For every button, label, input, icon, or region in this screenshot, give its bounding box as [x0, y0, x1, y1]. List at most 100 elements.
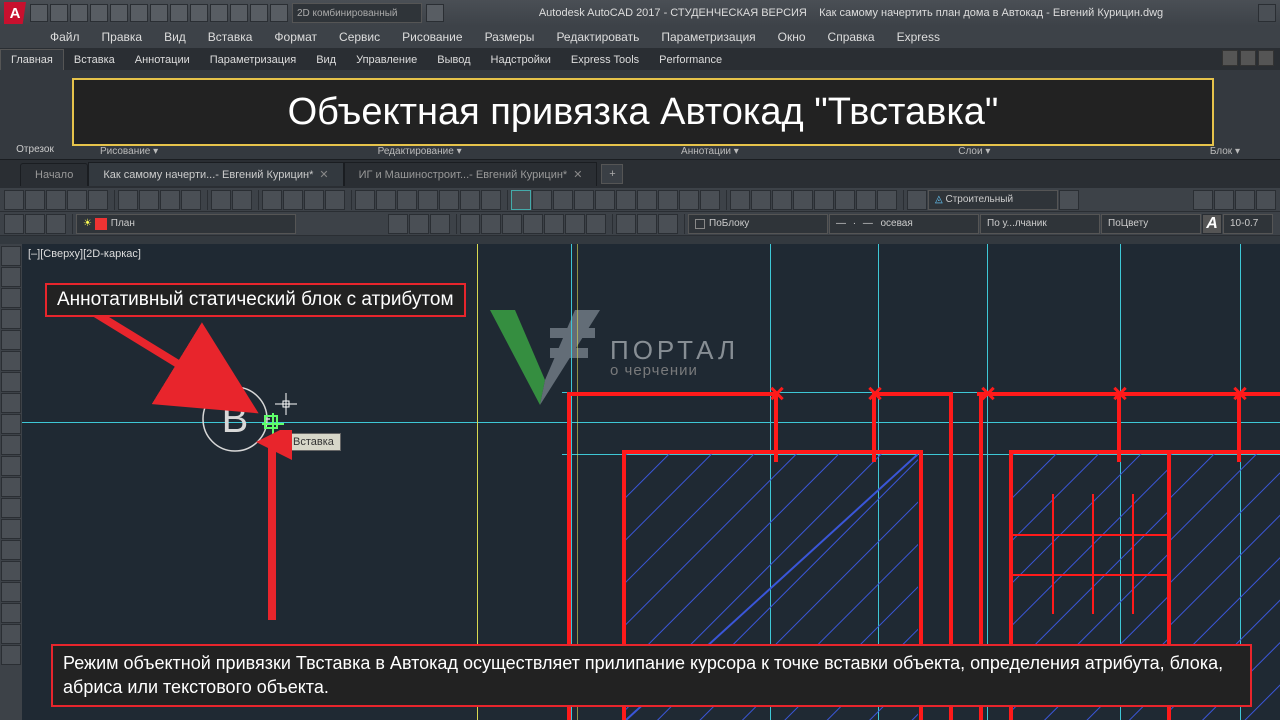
tb-editattr-icon[interactable] — [616, 214, 636, 234]
search-icon[interactable] — [1258, 4, 1276, 22]
tb-hatch5-icon[interactable] — [544, 214, 564, 234]
ribbon-tile-icon[interactable] — [1240, 50, 1256, 66]
menu-view[interactable]: Вид — [154, 28, 196, 46]
tool-spline-icon[interactable] — [1, 414, 21, 434]
tb-save-icon[interactable] — [46, 190, 66, 210]
viewport-label[interactable]: [–][Сверху][2D-каркас] — [28, 248, 141, 260]
tb-tblstyle-icon[interactable] — [481, 190, 501, 210]
qat-undo-icon[interactable] — [130, 4, 148, 22]
qat-btn-icon[interactable] — [210, 4, 228, 22]
ribbon-panel-label-draw[interactable]: Рисование ▾ — [100, 146, 158, 157]
tb-zoomext-icon[interactable] — [325, 190, 345, 210]
menu-edit[interactable]: Правка — [92, 28, 153, 46]
menu-insert[interactable]: Вставка — [198, 28, 263, 46]
ribbon-tab-parametric[interactable]: Параметризация — [200, 50, 306, 70]
tb-hatch6-icon[interactable] — [565, 214, 585, 234]
tb-paste-icon[interactable] — [160, 190, 180, 210]
tb-centermark-icon[interactable] — [793, 190, 813, 210]
tb-dim-continue-icon[interactable] — [700, 190, 720, 210]
ribbon-tab-express[interactable]: Express Tools — [561, 50, 649, 70]
qat-print-icon[interactable] — [170, 4, 188, 22]
file-tab-add[interactable]: + — [601, 164, 623, 184]
tb-zoomwin-icon[interactable] — [304, 190, 324, 210]
tool-circle-icon[interactable] — [1, 372, 21, 392]
tb-dimstyle-icon[interactable] — [907, 190, 927, 210]
menu-parametric[interactable]: Параметризация — [651, 28, 765, 46]
tb-preview-icon[interactable] — [88, 190, 108, 210]
tool-addsel-icon[interactable] — [1, 645, 21, 665]
tool-line-icon[interactable] — [1, 246, 21, 266]
tool-arc-icon[interactable] — [1, 351, 21, 371]
linetype-combo[interactable]: — · — осевая — [829, 214, 979, 234]
tb-extra-icon[interactable] — [1193, 190, 1213, 210]
ribbon-tab-manage[interactable]: Управление — [346, 50, 427, 70]
close-icon[interactable]: ✕ — [573, 168, 582, 181]
tool-point-icon[interactable] — [1, 519, 21, 539]
menu-help[interactable]: Справка — [818, 28, 885, 46]
tb-dim-linear-icon[interactable] — [511, 190, 531, 210]
lineweight-combo[interactable]: По у...лчаник — [980, 214, 1100, 234]
tb-dim-radius-icon[interactable] — [595, 190, 615, 210]
tb-hatch3-icon[interactable] — [502, 214, 522, 234]
file-tab-start[interactable]: Начало — [20, 163, 88, 186]
tool-polygon-icon[interactable] — [1, 309, 21, 329]
ribbon-tab-performance[interactable]: Performance — [649, 50, 732, 70]
qat-plot-icon[interactable] — [110, 4, 128, 22]
tool-table-icon[interactable] — [1, 603, 21, 623]
tb-pan-icon[interactable] — [262, 190, 282, 210]
qat-save-icon[interactable] — [70, 4, 88, 22]
tb-dim-arc-icon[interactable] — [574, 190, 594, 210]
tool-mtext-icon[interactable] — [1, 624, 21, 644]
qat-btn-icon[interactable] — [190, 4, 208, 22]
tb-markup-icon[interactable] — [439, 190, 459, 210]
ribbon-tab-output[interactable]: Вывод — [427, 50, 480, 70]
tb-sheet-icon[interactable] — [418, 190, 438, 210]
qat-dropdown-icon[interactable] — [426, 4, 444, 22]
ribbon-panel-label-block[interactable]: Блок ▾ — [1210, 146, 1240, 157]
tb-layermatch-icon[interactable] — [430, 214, 450, 234]
tb-hatch1-icon[interactable] — [460, 214, 480, 234]
tb-dim-jogged-icon[interactable] — [637, 190, 657, 210]
tb-dim-baseline-icon[interactable] — [679, 190, 699, 210]
tb-inspect-icon[interactable] — [814, 190, 834, 210]
ribbon-tab-annotate[interactable]: Аннотации — [125, 50, 200, 70]
tb-dim-angular-icon[interactable] — [553, 190, 573, 210]
menu-dimension[interactable]: Размеры — [475, 28, 545, 46]
tool-ellipse-icon[interactable] — [1, 435, 21, 455]
tb-tolerance-icon[interactable] — [772, 190, 792, 210]
tb-print-icon[interactable] — [67, 190, 87, 210]
qat-btn-icon[interactable] — [250, 4, 268, 22]
tb-layeriso-icon[interactable] — [4, 214, 24, 234]
menu-tools[interactable]: Сервис — [329, 28, 390, 46]
tool-insert-icon[interactable] — [1, 477, 21, 497]
file-tab-active[interactable]: Как самому начерти...- Евгений Курицин* … — [88, 162, 343, 186]
qat-new-icon[interactable] — [30, 4, 48, 22]
tb-undo-icon[interactable] — [211, 190, 231, 210]
ribbon-panel-label-layers[interactable]: Слои ▾ — [958, 146, 990, 157]
tool-pline-icon[interactable] — [1, 288, 21, 308]
tb-zoom-icon[interactable] — [283, 190, 303, 210]
tb-dimupdate-icon[interactable] — [1059, 190, 1079, 210]
tool-xline-icon[interactable] — [1, 267, 21, 287]
tb-hatch4-icon[interactable] — [523, 214, 543, 234]
qat-btn-icon[interactable] — [230, 4, 248, 22]
ribbon-close-icon[interactable] — [1258, 50, 1274, 66]
tool-revcloud-icon[interactable] — [1, 393, 21, 413]
tb-extra-icon[interactable] — [1235, 190, 1255, 210]
tb-dim-break-icon[interactable] — [751, 190, 771, 210]
tb-layeruniso-icon[interactable] — [25, 214, 45, 234]
tool-hatch-icon[interactable] — [1, 540, 21, 560]
tb-dc-icon[interactable] — [376, 190, 396, 210]
ribbon-tab-home[interactable]: Главная — [0, 49, 64, 70]
tb-copy-icon[interactable] — [139, 190, 159, 210]
plotstyle-combo[interactable]: ПоЦвету — [1101, 214, 1201, 234]
tb-qc-icon[interactable] — [460, 190, 480, 210]
ribbon-tab-insert[interactable]: Вставка — [64, 50, 125, 70]
tb-cut-icon[interactable] — [118, 190, 138, 210]
tb-dim-diameter-icon[interactable] — [616, 190, 636, 210]
ribbon-min-icon[interactable] — [1222, 50, 1238, 66]
tb-layerprev-icon[interactable] — [409, 214, 429, 234]
tb-dimedit-icon[interactable] — [856, 190, 876, 210]
menu-express[interactable]: Express — [887, 28, 950, 46]
ribbon-panel-label-modify[interactable]: Редактирование ▾ — [378, 146, 462, 157]
